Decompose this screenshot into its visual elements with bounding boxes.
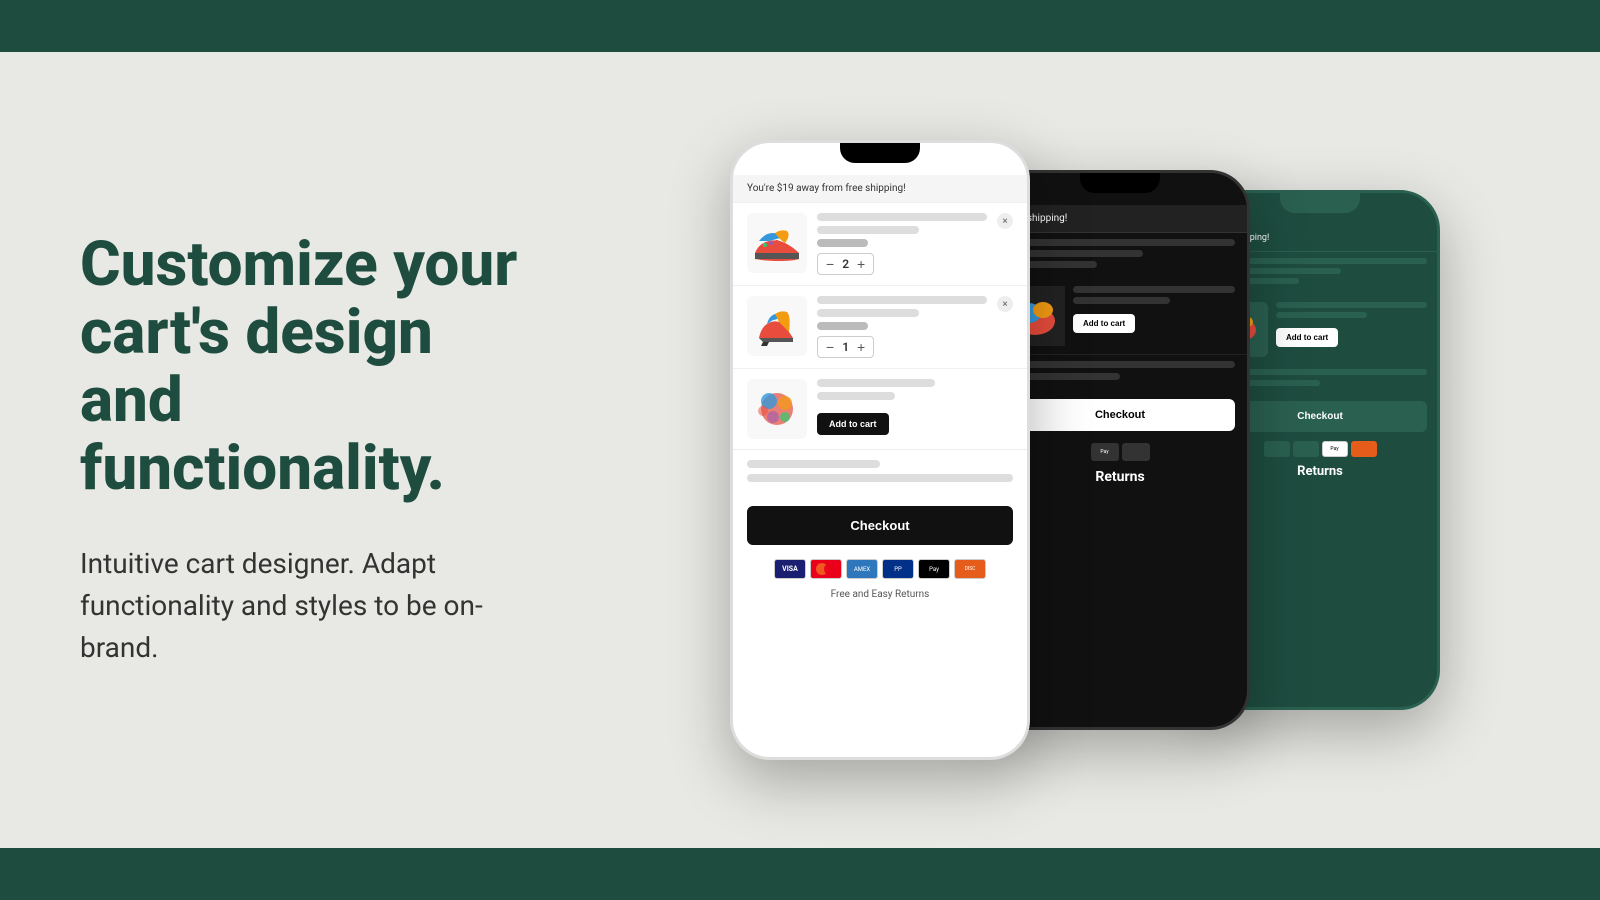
item-3-line-2 (817, 392, 895, 400)
heel-svg (749, 298, 805, 354)
dark-item-lines (993, 233, 1247, 278)
item-1-details: − 2 + (817, 213, 987, 275)
green-add-to-cart-button[interactable]: Add to cart (1276, 328, 1338, 347)
cart-item-1: − 2 + × (733, 203, 1027, 286)
green-payment-icon-2 (1293, 441, 1319, 457)
item-2-price (817, 322, 868, 330)
cart-summary (733, 449, 1027, 498)
qty-control-1[interactable]: − 2 + (817, 253, 874, 275)
item-3-line-1 (817, 379, 935, 387)
dark-line (1005, 239, 1235, 246)
main-content: Customize your cart's design and functio… (0, 52, 1600, 848)
shipping-banner: You're $19 away from free shipping! (733, 175, 1027, 203)
returns-text: Free and Easy Returns (733, 585, 1027, 610)
top-bar (0, 0, 1600, 52)
item-2-close[interactable]: × (997, 296, 1013, 312)
phone-mid-notch (1080, 173, 1160, 193)
qty-value-1: 2 (842, 257, 849, 271)
item-2-line-1 (817, 296, 987, 304)
add-to-cart-button[interactable]: Add to cart (817, 413, 889, 435)
summary-line-2 (747, 474, 1013, 482)
qty-increase-2[interactable]: + (857, 340, 865, 354)
sneaker-svg (749, 215, 805, 271)
qty-decrease-2[interactable]: − (826, 340, 834, 354)
dark-checkout-button[interactable]: Checkout (1005, 399, 1235, 431)
green-info-line-short (1276, 312, 1367, 318)
dark-info-line (1073, 286, 1235, 293)
dark-sum-line (1005, 361, 1235, 368)
checkout-button[interactable]: Checkout (747, 506, 1013, 545)
item-1-line-1 (817, 213, 987, 221)
dark-cart-item: Add to cart (993, 278, 1247, 355)
cart-item-3: Add to cart (733, 369, 1027, 449)
qty-increase-1[interactable]: + (857, 257, 865, 271)
qty-decrease-1[interactable]: − (826, 257, 834, 271)
dark-item-info: Add to cart (1073, 286, 1235, 333)
payment-icons-row: VISA AMEX PP Pay DISC (733, 553, 1027, 585)
item-1-line-2 (817, 226, 919, 234)
item-3-image (747, 379, 807, 439)
item-1-close[interactable]: × (997, 213, 1013, 229)
phone-mid-content: free shipping! (993, 201, 1247, 489)
qty-control-2[interactable]: − 1 + (817, 336, 874, 358)
qty-value-2: 1 (842, 340, 849, 354)
item-2-line-2 (817, 309, 919, 317)
subtext: Intuitive cart designer. Adapt functiona… (80, 543, 520, 669)
dark-summary-section (993, 355, 1247, 391)
dark-payment-icon-discover (1122, 443, 1150, 461)
payment-icon-visa: VISA (774, 559, 806, 579)
dark-add-to-cart-button[interactable]: Add to cart (1073, 314, 1135, 333)
headline: Customize your cart's design and functio… (80, 231, 520, 504)
item-1-price (817, 239, 868, 247)
splatter-svg (749, 381, 805, 437)
green-payment-icon-1 (1264, 441, 1290, 457)
summary-line-1 (747, 460, 880, 468)
green-info-line (1276, 302, 1427, 308)
dark-payment-icons: Pay (993, 439, 1247, 465)
dark-shipping-banner: free shipping! (993, 205, 1247, 233)
green-payment-icon-discover (1351, 441, 1377, 457)
green-payment-icon-applepay: Pay (1322, 441, 1348, 457)
phone-front-content: You're $19 away from free shipping! (733, 171, 1027, 610)
item-3-details: Add to cart (817, 379, 1013, 435)
dark-payment-icon-applepay: Pay (1091, 443, 1119, 461)
payment-icon-paypal: PP (882, 559, 914, 579)
cart-item-2: − 1 + × (733, 286, 1027, 369)
phone-front: You're $19 away from free shipping! (730, 140, 1030, 760)
payment-icon-discover: DISC (954, 559, 986, 579)
item-2-details: − 1 + (817, 296, 987, 358)
item-1-image (747, 213, 807, 273)
payment-icon-mastercard (810, 559, 842, 579)
text-section: Customize your cart's design and functio… (0, 171, 600, 730)
phone-front-notch (840, 143, 920, 163)
bottom-bar (0, 848, 1600, 900)
payment-icon-apple-pay: Pay (918, 559, 950, 579)
dark-info-line-short (1073, 297, 1170, 304)
phone-back-notch (1280, 193, 1360, 213)
green-item-info: Add to cart (1276, 302, 1427, 347)
dark-returns-text: Returns (993, 465, 1247, 489)
item-2-image (747, 296, 807, 356)
phones-section: free shipping! (600, 52, 1600, 848)
payment-icon-amex: AMEX (846, 559, 878, 579)
